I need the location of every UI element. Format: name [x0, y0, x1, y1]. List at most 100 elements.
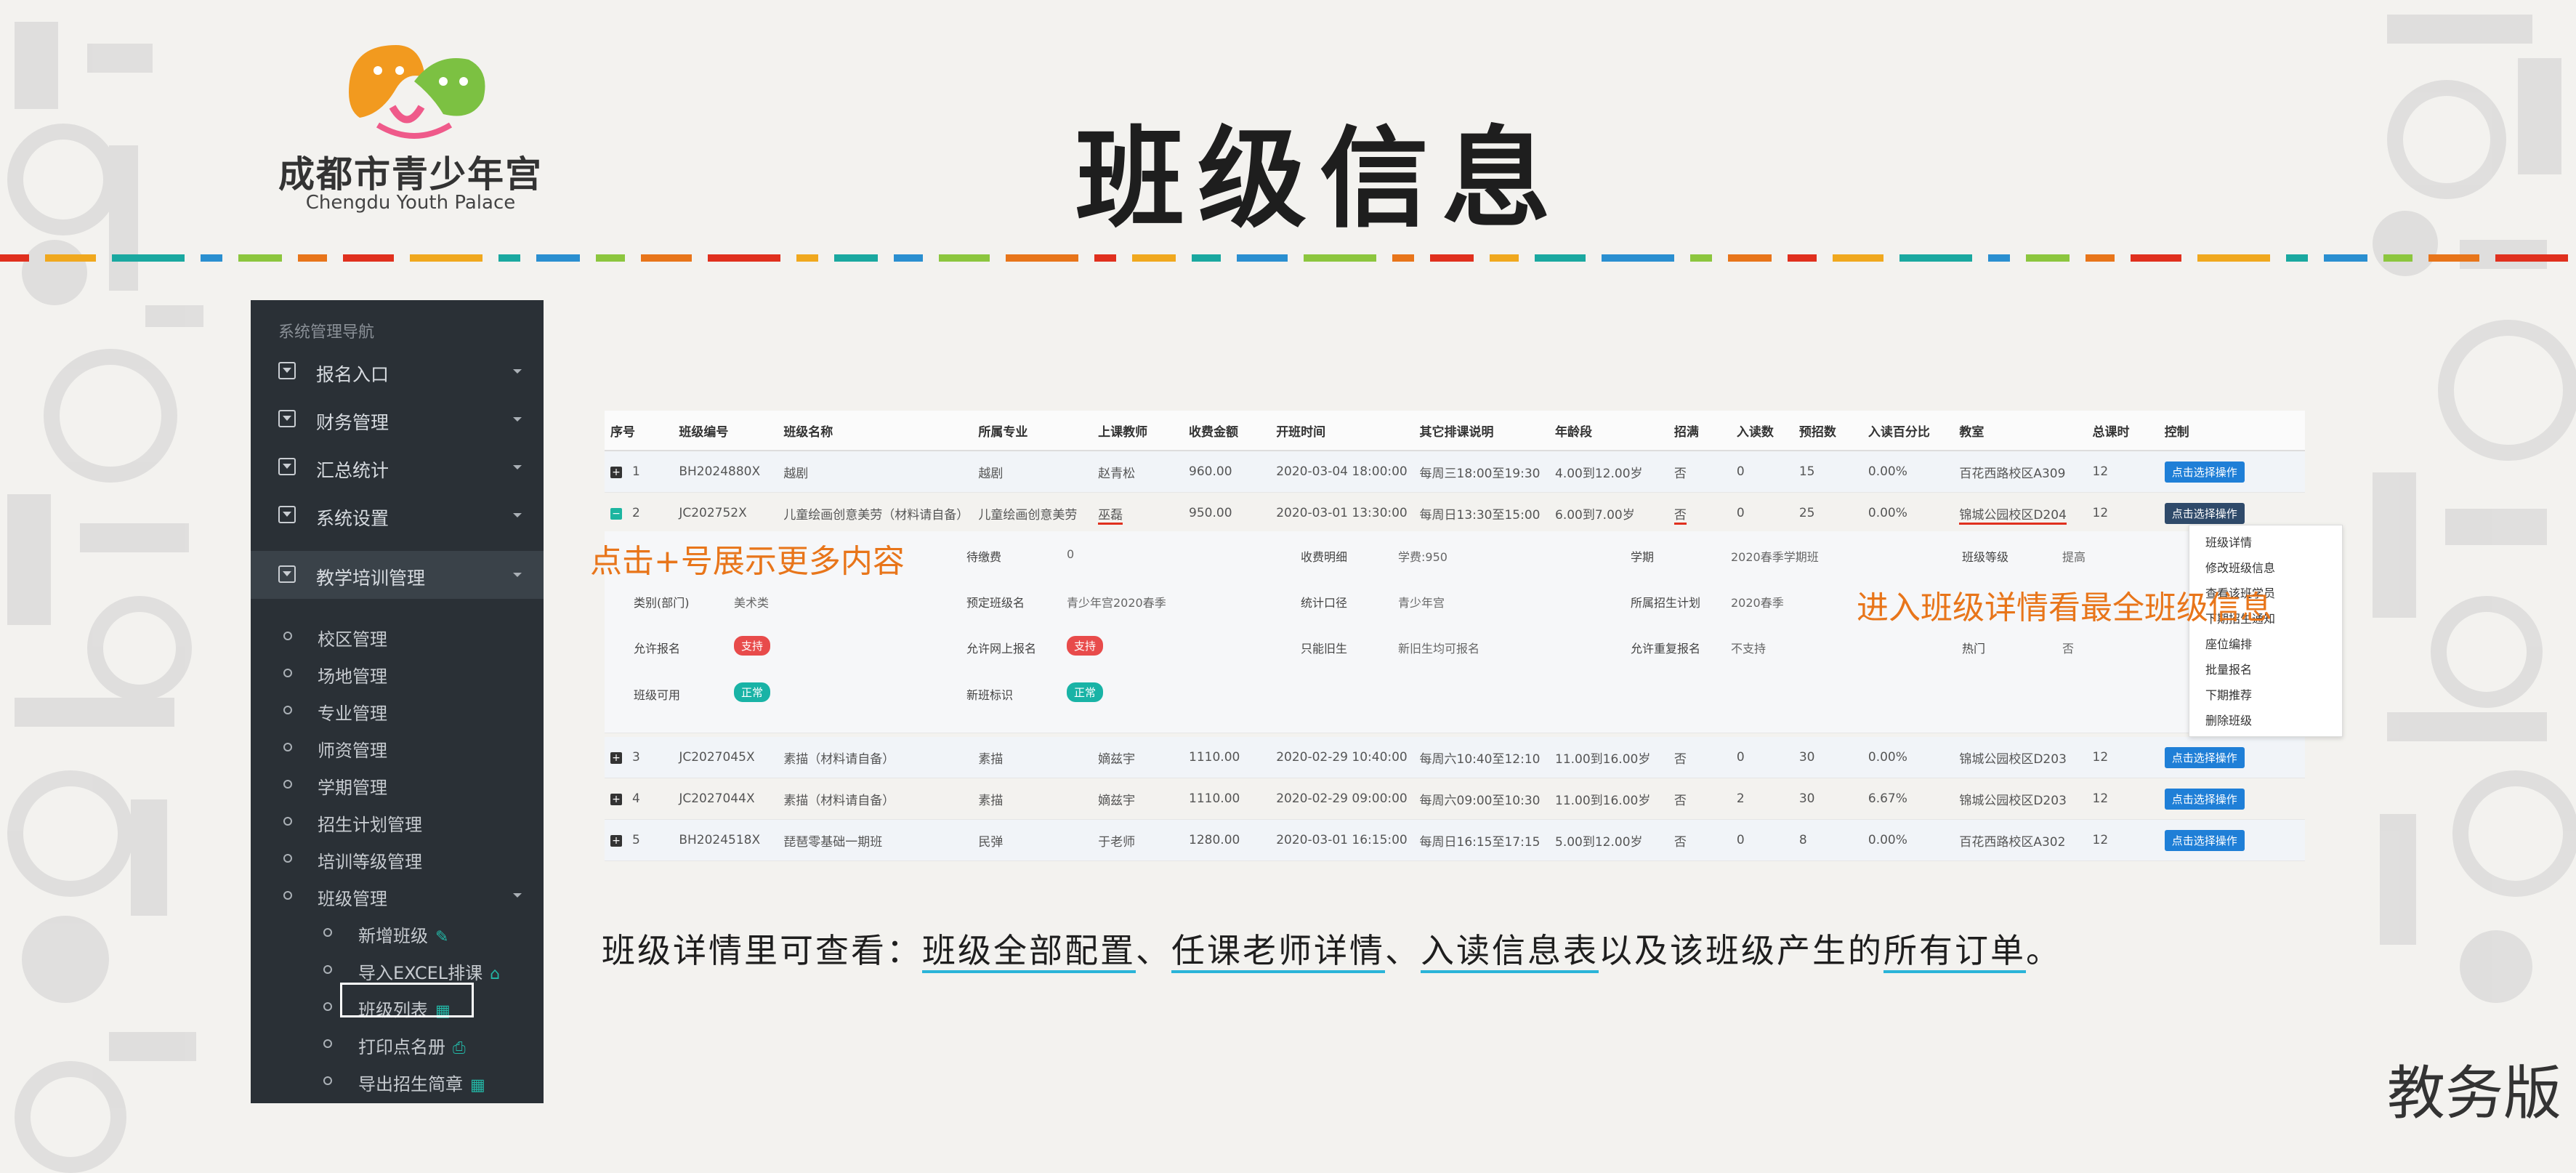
divider-dash [2086, 254, 2115, 262]
divider-dash [343, 254, 394, 262]
divider-dash [2383, 254, 2413, 262]
column-header[interactable]: 班级编号 [673, 411, 778, 451]
sidebar-class-export-brochure[interactable]: 导出招生简章 ▦ [251, 1063, 544, 1099]
table-cell: 1110.00 [1183, 737, 1271, 778]
cell-text: 0 [1736, 833, 1745, 847]
menu-item-seat-arrange[interactable]: 座位编排 [2205, 634, 2252, 652]
cell-text: 越剧 [783, 466, 809, 481]
cell-text: 否 [1673, 751, 1687, 767]
expand-row-icon[interactable]: + [610, 752, 622, 764]
edition-label: 教务版 [2387, 1060, 2561, 1127]
column-header[interactable]: 控制 [2158, 411, 2305, 451]
column-header[interactable]: 预招数 [1793, 411, 1862, 451]
detail-value: 否 [2062, 642, 2075, 656]
table-cell: +5 [605, 819, 674, 861]
cell-text: 12 [2092, 791, 2109, 806]
cell-text: 950.00 [1189, 506, 1232, 520]
colored-dash-divider [0, 254, 2568, 262]
table-cell: 0 [1730, 819, 1793, 861]
divider-dash [708, 254, 780, 262]
cell-text: 素描（材料请自备） [783, 751, 895, 767]
logo-english: Chengdu Youth Palace [305, 192, 516, 214]
column-header[interactable]: 上课教师 [1092, 411, 1184, 451]
sidebar-item-settings[interactable]: 系统设置 [251, 491, 544, 539]
column-header[interactable]: 入读数 [1730, 411, 1793, 451]
column-header[interactable]: 其它排课说明 [1413, 411, 1549, 451]
table-row[interactable]: +3 JC2027045X 素描（材料请自备） 素描 嫡兹宇 1110.00 2020-02… [605, 737, 2305, 778]
cell-text: 每周六10:40至12:10 [1419, 751, 1541, 767]
table-cell: 4.00到12.00岁 [1549, 451, 1668, 493]
sidebar-sub-label: 场地管理 [318, 666, 387, 687]
table-cell: 11.00到16.00岁 [1549, 737, 1668, 778]
expand-row-icon[interactable]: − [610, 508, 622, 520]
column-header[interactable]: 招满 [1668, 411, 1731, 451]
sidebar-item-registration[interactable]: 报名入口 [251, 347, 544, 395]
menu-item-edit-class[interactable]: 修改班级信息 [2205, 558, 2275, 576]
column-header[interactable]: 开班时间 [1270, 411, 1414, 451]
row-action-button[interactable]: 点击选择操作 [2164, 829, 2245, 851]
sidebar-sub-campus[interactable]: 校区管理 [251, 618, 544, 654]
expand-row-icon[interactable]: + [610, 467, 622, 478]
sidebar-sub-venue[interactable]: 场地管理 [251, 655, 544, 691]
menu-item-next-recommend[interactable]: 下期推荐 [2205, 685, 2252, 703]
column-header[interactable]: 所属专业 [972, 411, 1093, 451]
menu-item-batch-register[interactable]: 批量报名 [2205, 660, 2252, 677]
column-header[interactable]: 教室 [1953, 411, 2087, 451]
table-cell: JC2027044X [673, 778, 778, 820]
sidebar-item-finance[interactable]: 财务管理 [251, 395, 544, 443]
note-sep: 、 [1385, 931, 1421, 970]
column-header[interactable]: 收费金额 [1183, 411, 1271, 451]
row-action-button[interactable]: 点击选择操作 [2164, 788, 2245, 810]
column-header[interactable]: 年龄段 [1549, 411, 1668, 451]
cell-text: 儿童绘画创意美劳（材料请自备） [783, 507, 969, 523]
detail-value: 2020春季 [1731, 596, 1784, 610]
table-row[interactable]: −2 JC202752X 儿童绘画创意美劳（材料请自备） 儿童绘画创意美劳 巫磊 950.… [605, 492, 2305, 534]
sidebar-class-add[interactable]: 新增班级 ✎ [251, 914, 544, 951]
menu-item-class-detail[interactable]: 班级详情 [2205, 533, 2252, 550]
column-header[interactable]: 入读百分比 [1862, 411, 1954, 451]
class-list-highlight-box [340, 983, 474, 1017]
chevron-down-icon [513, 573, 522, 577]
detail-label: 学期 [1631, 550, 1655, 564]
column-header[interactable]: 总课时 [2086, 411, 2159, 451]
detail-label: 热门 [1962, 642, 1986, 656]
divider-dash [201, 254, 222, 262]
row-action-button[interactable]: 点击选择操作 [2164, 461, 2245, 483]
sidebar-sub-major[interactable]: 专业管理 [251, 692, 544, 728]
sidebar-item-teaching[interactable]: 教学培训管理 [251, 551, 544, 599]
sidebar-sub-enrollment-plan[interactable]: 招生计划管理 [251, 803, 544, 839]
cell-text: 否 [1673, 466, 1687, 481]
sidebar-sub-label: 打印点名册 ⎙ [358, 1037, 466, 1057]
cell-text: 锦城公园校区D203 [1959, 793, 2067, 808]
detail-value: 青少年宫 [1398, 596, 1445, 610]
row-index: 5 [632, 833, 640, 847]
expand-row-icon[interactable]: + [610, 835, 622, 847]
divider-dash [112, 254, 185, 262]
left-decorative-pattern [0, 0, 218, 1173]
sidebar-class-print-roster[interactable]: 打印点名册 ⎙ [251, 1025, 544, 1062]
menu-item-delete-class[interactable]: 删除班级 [2205, 711, 2252, 728]
row-action-button[interactable]: 点击选择操作 [2164, 502, 2245, 524]
table-cell: 民弹 [972, 819, 1093, 861]
sidebar-sub-teachers[interactable]: 师资管理 [251, 729, 544, 765]
column-header[interactable]: 序号 [605, 411, 674, 451]
collapse-box-icon [278, 458, 296, 475]
detail-label: 只能旧生 [1301, 642, 1348, 656]
table-row[interactable]: +4 JC2027044X 素描（材料请自备） 素描 嫡兹宇 1110.00 2020-02… [605, 778, 2305, 820]
cell-text: 民弹 [978, 834, 1004, 850]
expand-row-icon[interactable]: + [610, 794, 622, 805]
sidebar-item-statistics[interactable]: 汇总统计 [251, 443, 544, 491]
sidebar-sub-class-management[interactable]: 班级管理 [251, 877, 544, 914]
cell-text: 每周六09:00至10:30 [1419, 793, 1541, 808]
column-header[interactable]: 班级名称 [778, 411, 973, 451]
table-row[interactable]: +1 BH2024880X 越剧 越剧 赵青松 960.00 2020-03-04 18:0… [605, 451, 2305, 493]
sidebar-sub-training-level[interactable]: 培训等级管理 [251, 840, 544, 876]
row-action-button[interactable]: 点击选择操作 [2164, 746, 2245, 768]
sidebar-sub-semester[interactable]: 学期管理 [251, 766, 544, 802]
table-cell: 巫磊 [1092, 492, 1184, 534]
cell-text: 11.00到16.00岁 [1555, 751, 1651, 767]
detail-label: 班级可用 [634, 688, 681, 702]
cell-text: 2020-02-29 09:00:00 [1276, 791, 1408, 806]
divider-dash [536, 254, 580, 262]
table-row[interactable]: +5 BH2024518X 琵琶零基础一期班 民弹 于老师 1280.00 2020-03-… [605, 819, 2305, 861]
